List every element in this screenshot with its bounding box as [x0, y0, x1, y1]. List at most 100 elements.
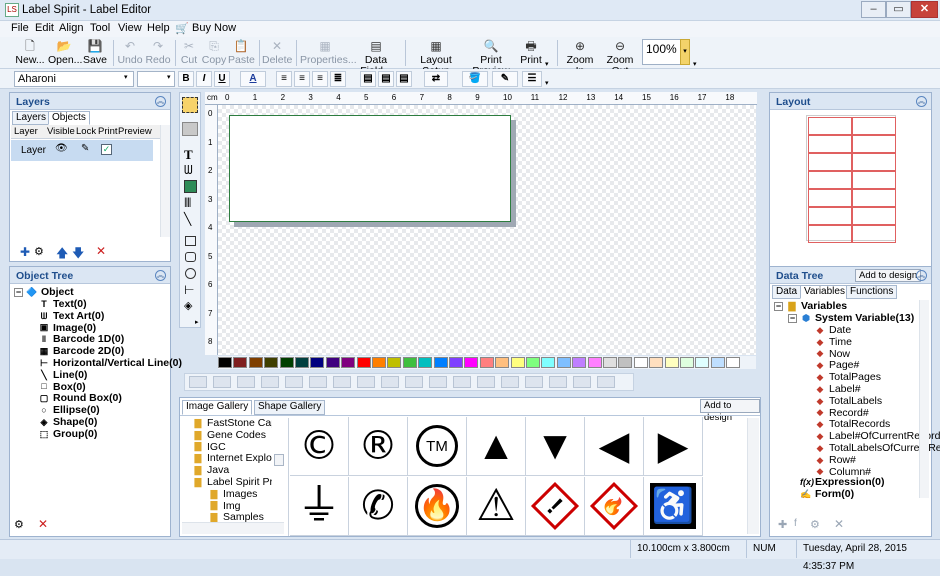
gallery-item[interactable]: 🔥 [585, 477, 644, 536]
zoom-dropdown-icon[interactable]: ▾ [680, 39, 690, 65]
round-box-tool-icon[interactable] [185, 252, 196, 262]
collapse-layers-icon[interactable]: ︽ [155, 96, 166, 107]
font-size-dropdown-icon[interactable]: ▾ [167, 73, 171, 81]
minimize-button[interactable]: – [861, 1, 886, 18]
tree-item[interactable]: ╲ Line(0) [38, 369, 87, 381]
variable-item[interactable]: ◆ Time [814, 336, 852, 348]
align-button[interactable] [285, 376, 303, 388]
color-swatch[interactable] [618, 357, 633, 368]
system-variable-group[interactable]: − ⬢ System Variable(13) [788, 312, 914, 324]
color-swatch[interactable] [664, 357, 679, 368]
select-tool-icon[interactable] [182, 97, 198, 113]
properties-button[interactable]: ▦ Properties... [300, 38, 357, 68]
tree-item[interactable]: □ Box(0) [38, 381, 85, 393]
object-properties-icon[interactable]: ⚙ [14, 518, 24, 531]
shape-tool-icon[interactable]: ◈ [184, 299, 192, 312]
color-swatch[interactable] [372, 357, 386, 368]
label-design-area[interactable] [229, 115, 511, 222]
bold-button[interactable]: B [178, 71, 194, 87]
print-checkbox[interactable]: ✓ [101, 144, 112, 155]
delete-button[interactable]: ✕ Delete [262, 38, 292, 68]
menu-tool[interactable]: Tool [90, 22, 110, 34]
menu-file[interactable]: File [11, 22, 29, 34]
variable-item[interactable]: ◆ TotalLabels [814, 395, 883, 407]
move-down-icon[interactable]: 🡇 [72, 244, 84, 265]
menu-edit[interactable]: Edit [35, 22, 54, 34]
tree-root[interactable]: − 🔷 Object [14, 286, 74, 298]
valign-middle-icon[interactable]: ▤ [378, 71, 394, 87]
pencil-icon[interactable]: ✎ [81, 143, 89, 154]
gallery-item[interactable]: ® [349, 417, 408, 476]
color-swatch[interactable] [248, 357, 263, 368]
text-tool-icon[interactable]: T [184, 147, 193, 163]
folder-item[interactable]: ▇ Gene Codes [192, 429, 272, 441]
tab-variables[interactable]: Variables [800, 285, 849, 299]
align-right-icon[interactable]: ≡ [312, 71, 328, 87]
font-name-select[interactable]: Aharoni [14, 71, 134, 87]
toolbar-overflow-icon[interactable]: ▾ [693, 60, 697, 68]
delete-layer-icon[interactable]: ✕ [96, 244, 106, 258]
data-field-button[interactable]: ▤Data Field... [353, 38, 399, 77]
align-button[interactable] [501, 376, 519, 388]
variable-item[interactable]: ◆ Now [814, 348, 850, 360]
tree-item[interactable]: ◈ Shape(0) [38, 416, 98, 428]
color-swatch[interactable] [418, 357, 433, 368]
color-swatch[interactable] [479, 357, 494, 368]
collapse-layout-icon[interactable]: ︽ [916, 96, 927, 107]
collapse-icon[interactable]: − [14, 287, 23, 297]
line-width-icon[interactable]: ☰ [522, 71, 542, 87]
align-center-icon[interactable]: ≡ [294, 71, 310, 87]
align-button[interactable] [381, 376, 399, 388]
save-button[interactable]: 💾 Save [82, 38, 108, 68]
folder-item[interactable]: ▇ Java [192, 464, 272, 476]
cut-button[interactable]: ✂ Cut [178, 38, 200, 68]
tree-item[interactable]: ▣ Image(0) [38, 322, 96, 334]
color-swatch[interactable] [310, 357, 325, 368]
variable-item[interactable]: ◆ Row# [814, 454, 856, 466]
box-tool-icon[interactable] [185, 236, 196, 246]
menu-align[interactable]: Align [59, 22, 83, 34]
gallery-item[interactable]: 🔥 [408, 477, 467, 536]
valign-top-icon[interactable]: ▤ [360, 71, 376, 87]
align-button[interactable] [477, 376, 495, 388]
zoom-out-button[interactable]: ⊖Zoom Out [600, 38, 640, 77]
color-swatch[interactable] [649, 357, 664, 368]
line-color-icon[interactable]: ✎ [492, 71, 518, 87]
collapse-icon[interactable]: − [788, 313, 797, 323]
tab-layers[interactable]: Layers [12, 111, 51, 125]
layers-scrollbar[interactable] [160, 125, 170, 237]
align-justify-icon[interactable]: ≣ [330, 71, 346, 87]
barcode-tool-icon[interactable]: |||| [184, 197, 191, 208]
text-art-tool-icon[interactable]: ᗯ [184, 163, 193, 178]
redo-button[interactable]: ↷ Redo [145, 38, 171, 68]
variable-item[interactable]: ◆ TotalPages [814, 371, 881, 383]
align-button[interactable] [573, 376, 591, 388]
hv-line-tool-icon[interactable]: ⊢ [184, 283, 194, 297]
tree-item[interactable]: ⬚ Group(0) [38, 428, 98, 440]
maximize-button[interactable]: ▭ [886, 1, 911, 18]
layer-properties-icon[interactable]: ⚙ [34, 245, 44, 258]
color-swatch[interactable] [680, 357, 694, 368]
line-tool-icon[interactable]: ╲ [184, 212, 191, 226]
color-swatch[interactable] [572, 357, 587, 368]
gallery-item[interactable]: ⚠ [467, 477, 526, 536]
tree-item[interactable]: ⊢ Horizontal/Vertical Line(0) [38, 357, 182, 369]
gallery-add-to-design-button[interactable]: Add to design [700, 399, 760, 423]
layout-setup-button[interactable]: ▦Layout Setup [410, 38, 462, 77]
expression-item[interactable]: f(x)Expression(0) [800, 476, 884, 488]
print-button[interactable]: 🖶 Print [520, 38, 542, 68]
underline-button[interactable]: U [214, 71, 230, 87]
table-row[interactable]: Layer 👁 ✎ ✓ [11, 140, 153, 161]
gallery-item[interactable]: ♿ [644, 477, 703, 536]
text-direction-icon[interactable]: ⇄ [424, 71, 448, 87]
tab-objects[interactable]: Objects [48, 111, 90, 125]
color-swatch[interactable] [356, 357, 371, 368]
tab-data[interactable]: Data [772, 285, 802, 299]
variable-item[interactable]: ◆ Page# [814, 359, 860, 371]
folder-item[interactable]: ▇ Img [208, 500, 272, 512]
folder-item[interactable]: ▇ IGC [192, 441, 272, 453]
new-button[interactable]: 🗋 New... [14, 38, 46, 68]
add-variable-icon[interactable]: ✚ [778, 518, 787, 531]
gallery-item[interactable]: ▶ [644, 417, 703, 476]
color-swatch[interactable] [218, 357, 232, 368]
